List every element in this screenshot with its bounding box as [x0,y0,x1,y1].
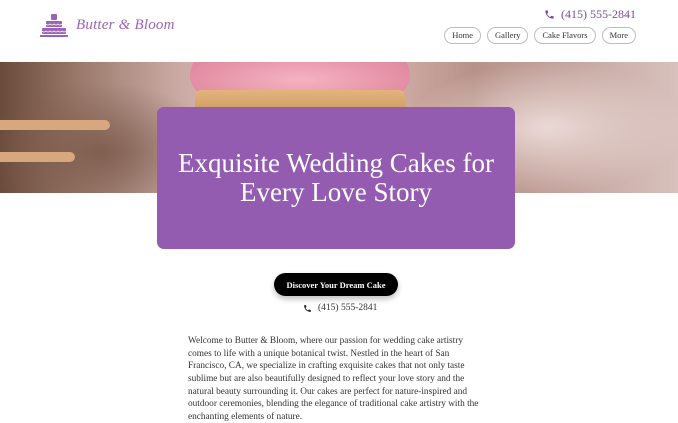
cake-icon [40,14,68,37]
nav-gallery[interactable]: Gallery [486,27,529,44]
phone-icon [304,304,311,312]
site-header: Butter & Bloom (415) 555-2841 Home Galle… [0,0,678,62]
hero-stick [0,120,110,130]
discover-cake-button[interactable]: Discover Your Dream Cake [274,273,398,296]
hero-title: Exquisite Wedding Cakes for Every Love S… [177,148,495,207]
nav-home[interactable]: Home [444,27,481,44]
hero-stick [0,152,75,162]
phone-icon [545,10,554,19]
nav-more[interactable]: More [601,27,636,44]
main-nav: Home Gallery Cake Flavors More [444,27,636,44]
brand-name: Butter & Bloom [76,16,175,33]
hero-banner: Exquisite Wedding Cakes for Every Love S… [157,107,515,249]
brand-logo[interactable]: Butter & Bloom [40,12,175,38]
contact-phone-number: (415) 555-2841 [318,303,378,313]
header-phone[interactable]: (415) 555-2841 [544,7,636,22]
nav-cake-flavors[interactable]: Cake Flavors [534,27,596,44]
contact-phone[interactable]: (415) 555-2841 [303,303,377,313]
header-phone-number: (415) 555-2841 [561,7,636,21]
